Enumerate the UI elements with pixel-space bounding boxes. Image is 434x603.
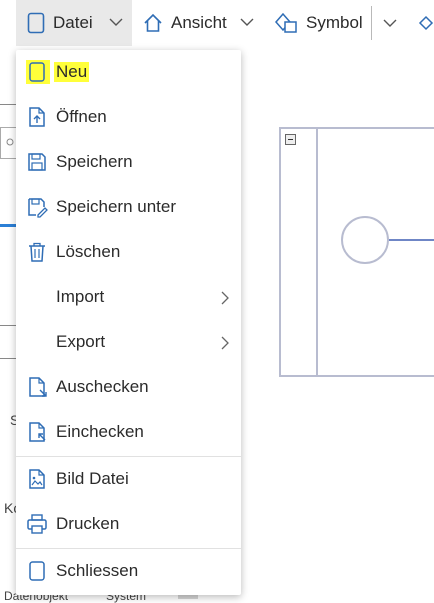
menu-item-import[interactable]: Import (16, 275, 241, 319)
collapse-icon[interactable] (285, 134, 296, 145)
menu-item-label: Schliessen (56, 561, 139, 580)
background-search-box (0, 127, 16, 159)
save-as-icon (28, 198, 48, 218)
more-dropdown-button[interactable] (378, 0, 406, 46)
view-menu-label: Ansicht (171, 13, 227, 32)
save-icon (28, 153, 46, 171)
menu-item-image-file[interactable]: Bild Datei (16, 457, 241, 501)
menu-item-open[interactable]: Öffnen (16, 95, 241, 139)
menu-item-close[interactable]: Schliessen (16, 549, 241, 593)
menu-item-label: Auschecken (56, 377, 149, 396)
menu-item-label: Neu (54, 62, 90, 82)
diagram-start-event[interactable] (341, 216, 389, 264)
file-menu-label: Datei (53, 13, 93, 32)
file-menu-button[interactable]: Datei (16, 0, 132, 46)
diamond-tool-button[interactable] (418, 0, 434, 46)
print-icon (27, 514, 47, 534)
diagram-connector[interactable] (389, 239, 434, 241)
image-file-icon (29, 469, 45, 489)
toolbar: Datei Ansicht Symbol (0, 0, 434, 46)
chevron-down-icon (109, 18, 123, 26)
menu-item-label: Speichern (56, 152, 133, 171)
menu-item-label: Export (56, 332, 106, 351)
menu-item-label: Löschen (56, 242, 121, 261)
chevron-right-icon (221, 291, 229, 305)
menu-item-label: Import (56, 287, 105, 306)
menu-item-export[interactable]: Export (16, 320, 241, 364)
menu-item-delete[interactable]: Löschen (16, 230, 241, 274)
menu-item-print[interactable]: Drucken (16, 502, 241, 546)
menu-item-save[interactable]: Speichern (16, 140, 241, 184)
symbol-menu-label: Symbol (306, 13, 363, 32)
menu-item-checkin[interactable]: Einchecken (16, 410, 241, 454)
file-dropdown-menu: Neu Öffnen Speichern Speichern unter Lös… (16, 50, 241, 595)
new-file-icon (29, 62, 45, 82)
menu-item-label: Drucken (56, 514, 120, 533)
background-line (0, 325, 16, 326)
shapes-icon (275, 12, 297, 33)
chevron-right-icon (221, 336, 229, 350)
chevron-down-icon (240, 18, 254, 26)
diagram-lane-divider (316, 127, 318, 377)
home-icon (144, 13, 162, 32)
trash-icon (29, 242, 45, 262)
symbol-menu-button[interactable]: Symbol (272, 0, 368, 46)
chevron-down-icon (383, 19, 397, 27)
background-line (0, 104, 16, 105)
toolbar-divider (371, 6, 372, 40)
menu-item-label: Einchecken (56, 422, 144, 441)
background-active-tab-indicator (0, 224, 16, 227)
menu-item-checkout[interactable]: Auschecken (16, 365, 241, 409)
checkin-icon (29, 422, 46, 442)
menu-item-save-as[interactable]: Speichern unter (16, 185, 241, 229)
close-file-icon (29, 561, 45, 581)
view-menu-button[interactable]: Ansicht (140, 0, 258, 46)
file-icon (27, 12, 45, 34)
menu-item-new[interactable]: Neu (16, 50, 241, 94)
open-file-icon (29, 107, 45, 127)
search-icon (6, 138, 14, 146)
checkout-icon (29, 377, 47, 397)
diamond-icon (418, 15, 434, 31)
menu-item-label: Öffnen (56, 107, 107, 126)
background-line (0, 358, 16, 359)
menu-item-label: Bild Datei (56, 469, 129, 488)
menu-item-label: Speichern unter (56, 197, 177, 216)
